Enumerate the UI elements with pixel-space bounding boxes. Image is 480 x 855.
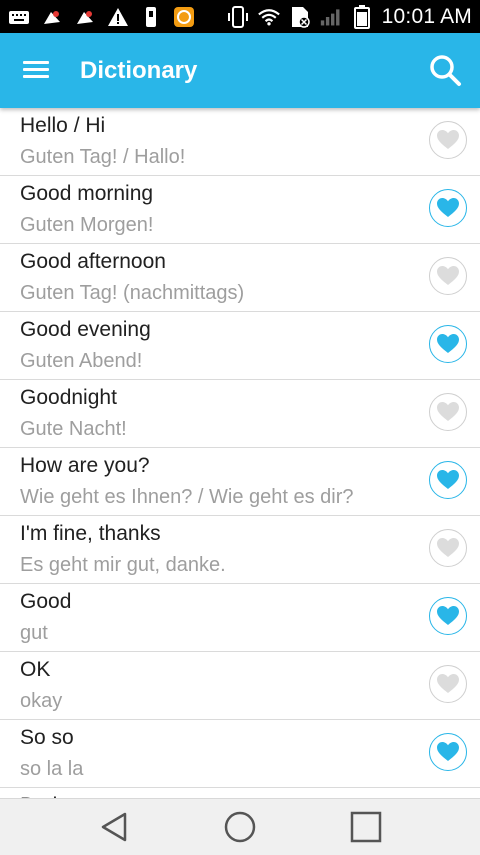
usb-icon	[140, 6, 162, 28]
heart-icon	[437, 538, 459, 557]
wifi-icon	[257, 6, 280, 28]
favorite-button[interactable]	[429, 597, 467, 635]
heart-icon	[437, 606, 459, 625]
favorite-button[interactable]	[429, 733, 467, 771]
status-bar: 10:01 AM	[0, 0, 480, 33]
phrase-row[interactable]: So so so la la	[0, 720, 480, 788]
heart-icon	[437, 674, 459, 693]
recents-icon	[350, 811, 382, 843]
phrase-english: Good	[20, 590, 72, 613]
phrase-row[interactable]: Good evening Guten Abend!	[0, 312, 480, 380]
recents-button[interactable]	[346, 807, 386, 847]
phrase-row[interactable]: Good gut	[0, 584, 480, 652]
app-notification-icon	[74, 6, 96, 28]
favorite-button[interactable]	[429, 529, 467, 567]
phrase-english: OK	[20, 658, 51, 681]
phrase-row[interactable]: OK okay	[0, 652, 480, 720]
no-sim-icon	[289, 6, 311, 28]
notification-icons	[8, 4, 195, 29]
phrase-german: Guten Abend!	[20, 350, 143, 372]
keyboard-icon	[8, 6, 30, 28]
home-button[interactable]	[220, 807, 260, 847]
heart-icon	[437, 266, 459, 285]
phone-vibrate-icon	[227, 5, 249, 28]
app-title: Dictionary	[80, 57, 198, 84]
back-button[interactable]	[94, 807, 134, 847]
phrase-list[interactable]: Hello / Hi Guten Tag! / Hallo! Good mornin…	[0, 108, 480, 798]
system-status-icons: 10:01 AM	[227, 2, 472, 31]
phrase-german: so la la	[20, 758, 84, 780]
phrase-row[interactable]: Goodnight Gute Nacht!	[0, 380, 480, 448]
heart-icon	[437, 470, 459, 489]
phrase-english: Good morning	[20, 182, 154, 205]
signal-icon	[320, 6, 342, 28]
menu-button[interactable]	[20, 55, 54, 85]
app-notification-icon	[41, 6, 63, 28]
home-icon	[224, 811, 256, 843]
menu-icon	[23, 61, 49, 64]
phrase-row[interactable]: How are you? Wie geht es Ihnen? / Wie geh…	[0, 448, 480, 516]
phrase-english: I'm fine, thanks	[20, 522, 161, 545]
phrase-row[interactable]: Good afternoon Guten Tag! (nachmittags)	[0, 244, 480, 312]
app-bar: Dictionary	[0, 33, 480, 108]
phrase-german: Guten Morgen!	[20, 214, 154, 236]
phrase-german: gut	[20, 622, 48, 644]
favorite-button[interactable]	[429, 393, 467, 431]
status-time: 10:01 AM	[381, 4, 472, 28]
warning-icon	[107, 6, 129, 28]
phrase-english: Goodnight	[20, 386, 117, 409]
phrase-row[interactable]: Hello / Hi Guten Tag! / Hallo!	[0, 108, 480, 176]
back-icon	[101, 812, 127, 842]
phrase-row[interactable]: I'm fine, thanks Es geht mir gut, danke.	[0, 516, 480, 584]
phrase-german: Wie geht es Ihnen? / Wie geht es dir?	[20, 486, 354, 508]
phrase-german: Gute Nacht!	[20, 418, 127, 440]
search-icon	[430, 55, 461, 86]
favorite-button[interactable]	[429, 665, 467, 703]
heart-icon	[437, 198, 459, 217]
phrase-english: Hello / Hi	[20, 114, 106, 137]
favorite-button[interactable]	[429, 121, 467, 159]
phrase-german: okay	[20, 690, 63, 712]
phrase-row[interactable]: Bad	[0, 788, 480, 798]
phrase-row[interactable]: Good morning Guten Morgen!	[0, 176, 480, 244]
phrase-german: Guten Tag! / Hallo!	[20, 146, 186, 168]
favorite-button[interactable]	[429, 189, 467, 227]
heart-icon	[437, 742, 459, 761]
search-button[interactable]	[426, 51, 466, 91]
navigation-bar	[0, 798, 480, 855]
phrase-english: Good evening	[20, 318, 151, 341]
phrase-english: How are you?	[20, 454, 150, 477]
phrase-english: Good afternoon	[20, 250, 166, 273]
heart-icon	[437, 402, 459, 421]
heart-icon	[437, 334, 459, 353]
phrase-german: Es geht mir gut, danke.	[20, 554, 226, 576]
favorite-button[interactable]	[429, 325, 467, 363]
favorite-button[interactable]	[429, 257, 467, 295]
heart-icon	[437, 130, 459, 149]
phrase-english: So so	[20, 726, 74, 749]
app-badge-icon	[173, 6, 195, 28]
battery-icon	[351, 4, 373, 29]
phrase-german: Guten Tag! (nachmittags)	[20, 282, 245, 304]
favorite-button[interactable]	[429, 461, 467, 499]
